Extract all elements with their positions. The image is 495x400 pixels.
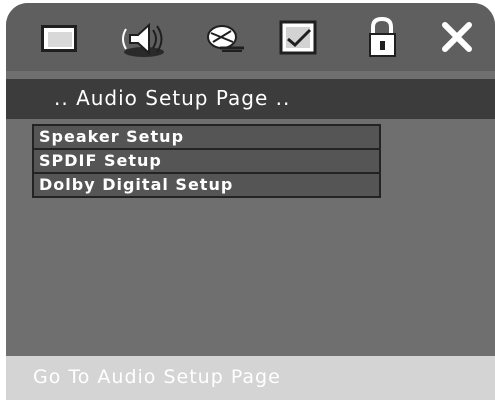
page-title-bar: .. Audio Setup Page .. (6, 79, 495, 119)
page-title: .. Audio Setup Page .. (54, 86, 291, 110)
setup-menu-panel: .. Audio Setup Page .. Speaker Setup SPD… (6, 3, 495, 400)
status-text: Go To Audio Setup Page (33, 366, 281, 388)
menu-item-speaker-setup[interactable]: Speaker Setup (34, 126, 379, 150)
menu-item-spdif-setup[interactable]: SPDIF Setup (34, 150, 379, 174)
setup-toolbar (6, 3, 495, 71)
video-setup-icon[interactable] (201, 15, 249, 61)
status-bar: Go To Audio Setup Page (6, 356, 495, 400)
audio-setup-icon[interactable] (118, 15, 170, 61)
preference-icon[interactable] (276, 15, 322, 61)
general-setup-icon[interactable] (38, 15, 82, 61)
exit-icon[interactable] (440, 15, 474, 61)
password-lock-icon[interactable] (364, 15, 400, 61)
audio-setup-menu: Speaker Setup SPDIF Setup Dolby Digital … (32, 124, 381, 198)
menu-item-dolby-digital-setup[interactable]: Dolby Digital Setup (34, 174, 379, 196)
